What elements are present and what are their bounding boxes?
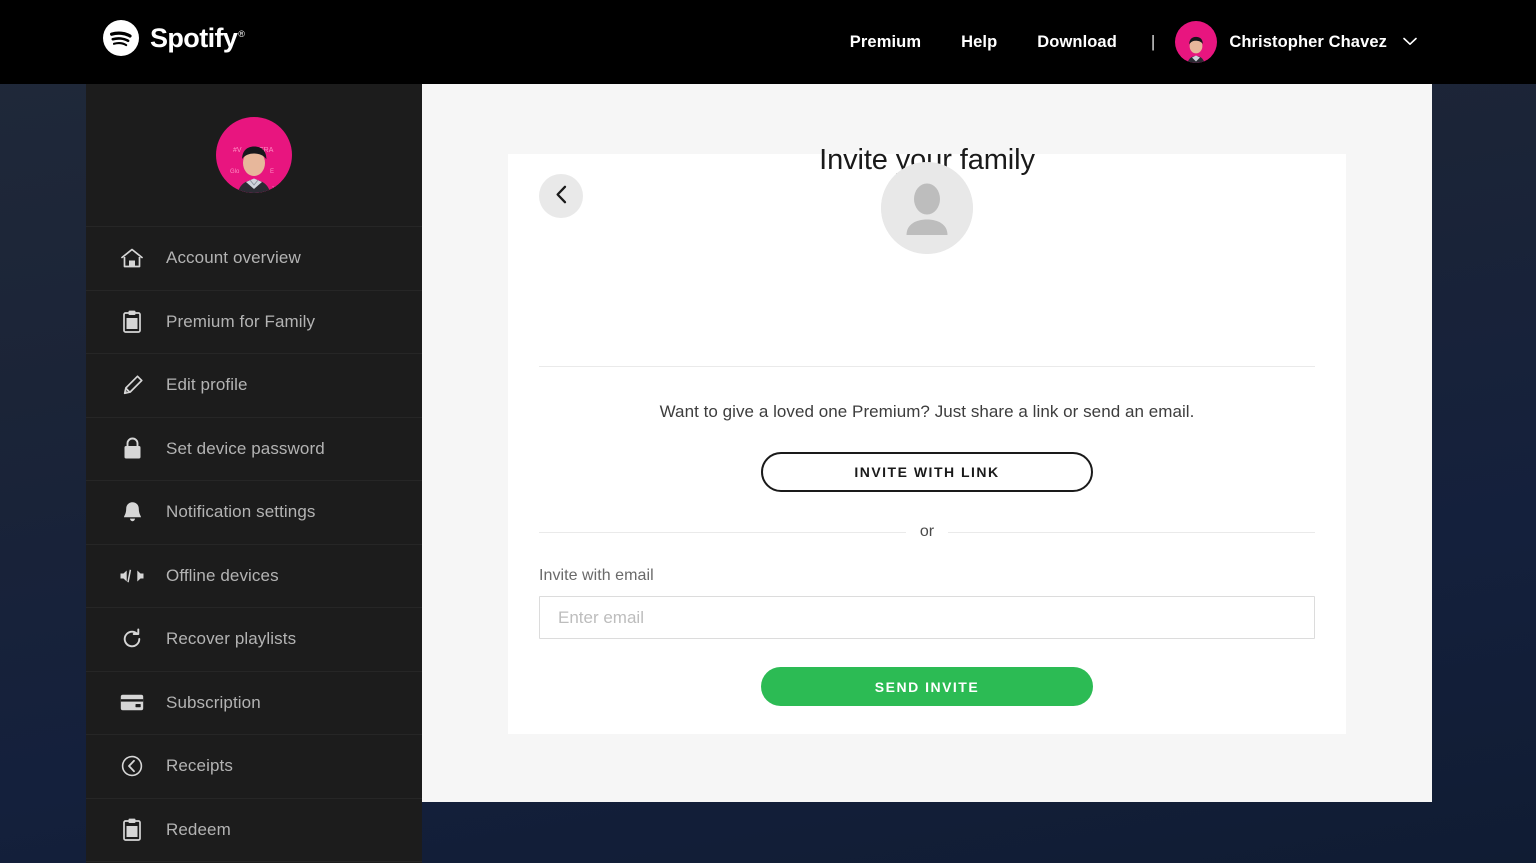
or-separator: or — [539, 523, 1316, 541]
or-label: or — [919, 523, 935, 540]
sidebar-item-label: Subscription — [166, 692, 261, 712]
registered-mark: ® — [238, 28, 245, 39]
sidebar-item-label: Redeem — [166, 819, 231, 839]
send-invite-button[interactable]: SEND INVITE — [761, 667, 1093, 706]
svg-text:E: E — [270, 169, 274, 175]
nav-link-help[interactable]: Help — [941, 33, 1017, 52]
nav-link-premium[interactable]: Premium — [830, 33, 941, 52]
svg-text:#V: #V — [233, 147, 242, 154]
top-header-bar: Spotify® Premium Help Download | Christo… — [0, 0, 1536, 84]
sidebar-item-notification-settings[interactable]: Notification settings — [86, 481, 422, 545]
sidebar-item-label: Notification settings — [166, 502, 316, 522]
back-button[interactable] — [539, 174, 583, 218]
svg-text:X: X — [272, 186, 277, 193]
or-line-left — [539, 531, 906, 533]
top-navigation: Premium Help Download | Christopher Chav… — [830, 0, 1417, 84]
sidebar-item-set-device-password[interactable]: Set device password — [86, 418, 422, 481]
invite-family-card: Invite your family Want to give a loved … — [508, 144, 1346, 734]
chevron-left-icon — [555, 185, 568, 207]
bell-icon — [119, 500, 145, 524]
sidebar-item-receipts[interactable]: Receipts — [86, 735, 422, 799]
sidebar-item-label: Offline devices — [166, 565, 279, 585]
sidebar-item-redeem[interactable]: Redeem — [86, 799, 422, 862]
sidebar-item-offline-devices[interactable]: Offline devices — [86, 545, 422, 608]
spotify-wordmark-text: Spotify — [150, 22, 238, 53]
avatar[interactable]: #V ERA Glo E X — [216, 117, 292, 193]
nav-separator: | — [1150, 32, 1156, 51]
sidebar-item-label: Recover playlists — [166, 629, 297, 649]
sidebar-item-edit-profile[interactable]: Edit profile — [86, 354, 422, 418]
home-icon — [119, 246, 145, 270]
refresh-icon — [119, 627, 145, 651]
card-description: Want to give a loved one Premium? Just s… — [659, 402, 1195, 421]
spotify-wordmark: Spotify® — [150, 22, 245, 53]
sidebar: #V ERA Glo E X Account overview Premium … — [86, 84, 422, 863]
pencil-icon — [119, 373, 145, 397]
spotify-logo-icon — [103, 20, 139, 56]
spotify-logo[interactable]: Spotify® — [103, 20, 245, 56]
sidebar-item-label: Account overview — [166, 248, 301, 268]
sidebar-profile: #V ERA Glo E X — [86, 84, 422, 227]
clock-back-icon — [119, 754, 145, 778]
sidebar-item-account-overview[interactable]: Account overview — [86, 227, 422, 291]
sidebar-item-premium-for-family[interactable]: Premium for Family — [86, 291, 422, 354]
user-name-label: Christopher Chavez — [1229, 32, 1387, 51]
lock-icon — [119, 437, 145, 461]
sidebar-item-label: Edit profile — [166, 375, 248, 395]
nav-link-download[interactable]: Download — [1017, 33, 1137, 52]
email-input[interactable] — [539, 596, 1315, 639]
credit-card-icon — [119, 691, 145, 715]
card-header: Invite your family — [508, 144, 1346, 322]
clipboard-icon — [119, 310, 145, 334]
sidebar-item-label: Receipts — [166, 756, 233, 776]
devices-icon — [119, 564, 145, 588]
main-content: Invite your family Want to give a loved … — [422, 84, 1432, 802]
email-field-label: Invite with email — [539, 567, 654, 584]
or-line-right — [948, 531, 1316, 533]
header-divider — [539, 366, 1315, 367]
sidebar-item-label: Set device password — [166, 438, 325, 458]
chevron-down-icon — [1399, 33, 1417, 51]
sidebar-item-label: Premium for Family — [166, 311, 316, 331]
clipboard-icon — [119, 818, 145, 842]
user-menu[interactable]: Christopher Chavez — [1169, 21, 1417, 63]
sidebar-item-recover-playlists[interactable]: Recover playlists — [86, 608, 422, 672]
svg-text:Glo: Glo — [230, 169, 240, 175]
invite-with-link-button[interactable]: INVITE WITH LINK — [761, 452, 1093, 492]
sidebar-item-subscription[interactable]: Subscription — [86, 672, 422, 735]
person-placeholder-icon — [881, 162, 973, 254]
avatar — [1175, 21, 1218, 63]
